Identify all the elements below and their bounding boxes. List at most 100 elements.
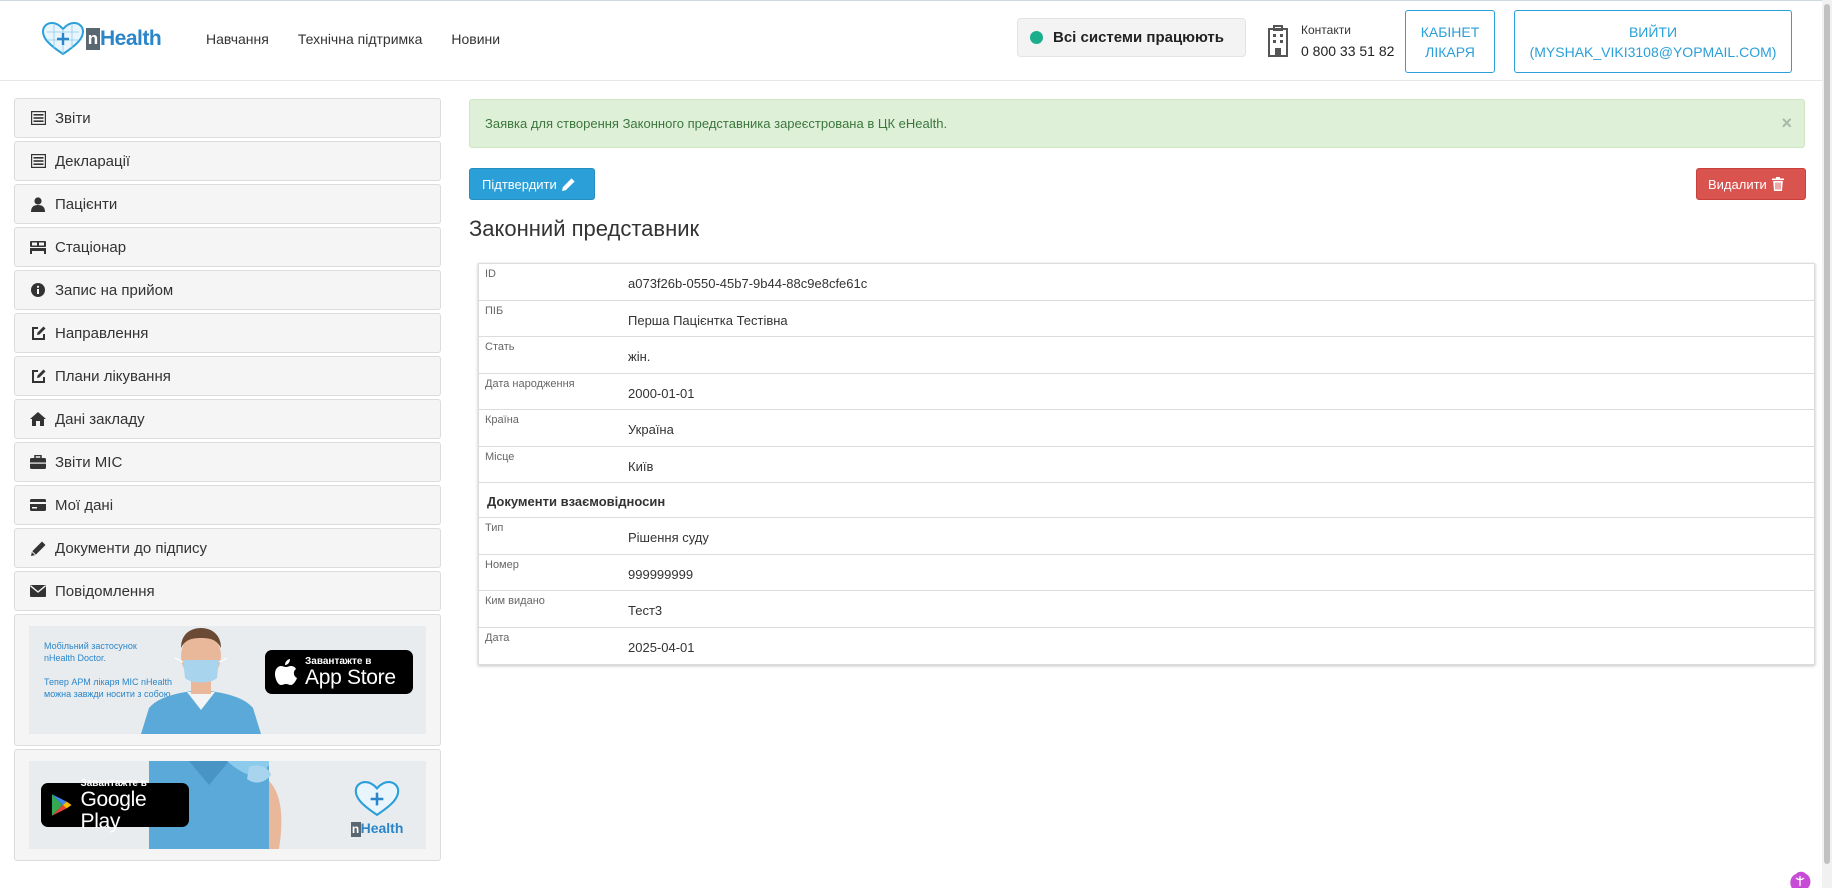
field-row-doc-number: Номер 999999999: [479, 555, 1814, 591]
doctor-image: [141, 628, 261, 734]
field-row-city: Місце Київ: [479, 447, 1814, 483]
field-label: Номер: [485, 558, 519, 571]
sidebar-item-label: Повідомлення: [55, 582, 155, 600]
app-store-big: App Store: [305, 665, 396, 689]
field-value: Україна: [628, 422, 674, 437]
sidebar-item-label: Стаціонар: [55, 238, 127, 256]
promo-banner-app-store[interactable]: Мобільний застосунок nHealth Doctor. Теп…: [29, 626, 426, 734]
field-label: Місце: [485, 450, 515, 463]
sidebar-item-label: Декларації: [55, 152, 131, 170]
field-label: Дата: [485, 631, 510, 644]
app-store-button[interactable]: Завантажте в App Store: [265, 650, 413, 694]
page-title: Законний представник: [469, 216, 700, 241]
contacts: Контакти 0 800 33 51 82: [1265, 23, 1394, 59]
field-row-gender: Стать жін.: [479, 337, 1814, 374]
card-icon: [30, 497, 46, 513]
promo-google-play: Завантажте в Google Play nHealth: [14, 749, 441, 861]
google-play-small: Завантажте в: [80, 777, 147, 789]
promo-text-line: Мобільний застосунок: [44, 641, 137, 651]
promo-app-store: Мобільний застосунок nHealth Doctor. Теп…: [14, 614, 441, 746]
trash-icon: [1771, 177, 1784, 191]
header: n Health Навчання Технічна підтримка Нов…: [0, 1, 1832, 81]
sidebar-item-documents-to-sign[interactable]: Документи до підпису: [14, 528, 441, 568]
sidebar-item-referrals[interactable]: Направлення: [14, 313, 441, 353]
field-label: Тип: [485, 522, 504, 534]
nav-news[interactable]: Новини: [451, 31, 500, 47]
field-label: ID: [485, 268, 496, 280]
contacts-label: Контакти: [1301, 23, 1351, 37]
status-text: Всі системи працюють: [1053, 29, 1224, 46]
top-nav: Навчання Технічна підтримка Новини: [206, 31, 500, 47]
nav-support[interactable]: Технічна підтримка: [298, 31, 423, 47]
google-play-big: Google Play: [80, 787, 147, 833]
logout-label-line2: (MYSHAK_VIKI3108@YOPMAIL.COM): [1529, 43, 1777, 60]
field-value: Київ: [628, 458, 654, 474]
sidebar-item-appointment[interactable]: Запис на прийом: [14, 270, 441, 310]
sidebar-item-label: Плани лікування: [55, 367, 171, 385]
sidebar-item-my-data[interactable]: Мої дані: [14, 485, 441, 525]
sidebar-item-label: Звіти МІС: [55, 453, 123, 471]
field-row-doc-type: Тип Рішення суду: [479, 518, 1814, 555]
field-row-country: Країна Україна: [479, 410, 1814, 447]
field-value: Рішення суду: [628, 530, 709, 545]
sidebar-item-patients[interactable]: Пацієнти: [14, 184, 441, 224]
app-store-small: Завантажте в: [305, 655, 372, 667]
pencil-icon: [30, 540, 46, 556]
list-icon: [30, 153, 46, 169]
promo-banner-google-play[interactable]: Завантажте в Google Play nHealth: [29, 761, 426, 849]
delete-button[interactable]: Видалити: [1696, 168, 1806, 200]
nav-training[interactable]: Навчання: [206, 31, 269, 47]
building-icon: [1268, 25, 1288, 57]
sidebar-item-label: Пацієнти: [55, 195, 118, 213]
sidebar-item-label: Запис на прийом: [55, 281, 174, 299]
sidebar-item-declarations[interactable]: Декларації: [14, 141, 441, 181]
sidebar-item-reports[interactable]: Звіти: [14, 98, 441, 138]
field-label: Країна: [485, 414, 519, 426]
sidebar-item-mis-reports[interactable]: Звіти МІС: [14, 442, 441, 482]
confirm-label: Підтвердити: [482, 176, 557, 192]
field-label: Дата народження: [485, 377, 575, 390]
section-title: Документи взаємовідносин: [487, 494, 666, 509]
field-label: Стать: [485, 341, 515, 353]
field-value: Перша Пацієнтка Тестівна: [628, 312, 788, 328]
field-value: a073f26b-0550-45b7-9b44-88c9e8cfe61c: [628, 276, 868, 291]
alert-text: Заявка для створення Законного представн…: [485, 116, 948, 131]
sidebar-item-label: Документи до підпису: [55, 539, 208, 557]
field-value: 2000-01-01: [628, 385, 695, 401]
field-value: Тест3: [628, 603, 663, 618]
sidebar-item-label: Направлення: [55, 324, 149, 342]
field-label: ПІБ: [485, 304, 504, 317]
promo-text-line: nHealth Doctor.: [44, 653, 107, 663]
doctor-cabinet-button[interactable]: КАБІНЕТ ЛІКАРЯ: [1405, 10, 1495, 73]
field-row-name: ПІБ Перша Пацієнтка Тестівна: [479, 301, 1814, 337]
section-header-documents: Документи взаємовідносин: [479, 483, 1814, 518]
envelope-icon: [30, 583, 46, 599]
logo-text: Health: [100, 27, 162, 50]
briefcase-icon: [30, 454, 46, 470]
alert-close-icon[interactable]: ×: [1781, 114, 1792, 132]
sidebar-item-treatment-plans[interactable]: Плани лікування: [14, 356, 441, 396]
home-icon: [30, 411, 46, 427]
promo-logo-letter: n: [350, 822, 361, 837]
user-icon: [30, 196, 46, 212]
sidebar-item-messages[interactable]: Повідомлення: [14, 571, 441, 611]
heart-logo-icon: [354, 780, 400, 817]
edit-icon: [30, 368, 46, 384]
details-panel: ID a073f26b-0550-45b7-9b44-88c9e8cfe61c …: [478, 263, 1815, 665]
logo[interactable]: n Health: [42, 19, 162, 59]
sidebar-item-facility-data[interactable]: Дані закладу: [14, 399, 441, 439]
doctor-cabinet-label: КАБІНЕТ ЛІКАРЯ: [1420, 23, 1480, 60]
logout-button[interactable]: ВИЙТИ (MYSHAK_VIKI3108@YOPMAIL.COM): [1514, 10, 1792, 73]
google-play-button[interactable]: Завантажте в Google Play: [41, 778, 189, 832]
confirm-button[interactable]: Підтвердити: [469, 168, 595, 200]
google-play-icon: [51, 794, 72, 816]
promo-logo-text: Health: [360, 820, 404, 836]
sidebar-item-hospital[interactable]: Стаціонар: [14, 227, 441, 267]
extension-brain-icon[interactable]: [1788, 870, 1812, 888]
promo-logo-wordmark: nHealth: [347, 820, 407, 838]
contacts-phone[interactable]: 0 800 33 51 82: [1301, 43, 1394, 59]
edit-icon: [30, 325, 46, 341]
logo-letter: n: [86, 28, 100, 50]
system-status[interactable]: Всі системи працюють: [1017, 18, 1246, 57]
scrollbar-thumb[interactable]: [1824, 4, 1830, 864]
